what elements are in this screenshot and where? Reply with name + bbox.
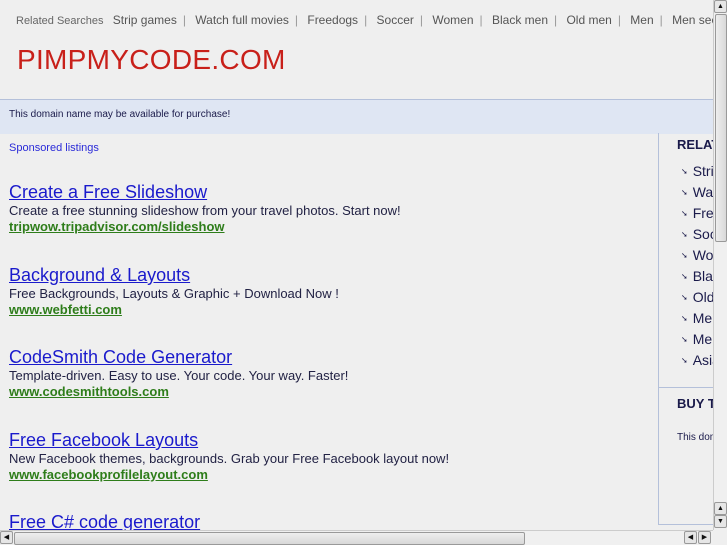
sidebar-item-label: Black men: [692, 268, 713, 284]
banner-text: This domain name may be available for pu…: [9, 109, 231, 120]
scroll-up-icon[interactable]: ▲: [714, 502, 727, 515]
listing-url[interactable]: tripwow.tripadvisor.com/slideshow: [9, 219, 649, 235]
sidebar-item-label: Soccer: [692, 226, 713, 242]
scrollbar-corner: [713, 530, 727, 545]
listing-url[interactable]: www.facebookprofilelayout.com: [9, 467, 649, 483]
related-link[interactable]: Black men: [492, 13, 548, 27]
sidebar-item-label: Watch full movies: [692, 184, 713, 200]
horizontal-scrollbar[interactable]: ◀ ◀ ▶: [0, 530, 713, 545]
vertical-scrollbar[interactable]: ▲ ▲ ▼: [713, 0, 727, 530]
buy-domain-heading: BUY THIS DOMAIN: [677, 396, 713, 411]
sponsored-listings-link[interactable]: Sponsored listings: [9, 142, 99, 154]
listing-title[interactable]: Background & Layouts: [9, 265, 649, 285]
listing: CodeSmith Code Generator Template-driven…: [9, 347, 649, 400]
sidebar-item-label: Asian: [692, 352, 713, 368]
sidebar-item[interactable]: ➘ Women: [681, 247, 713, 268]
listing: Free C# code generator: [9, 512, 649, 530]
sidebar-list: ➘ Strip games ➘ Watch full movies ➘ Freedog…: [681, 163, 713, 373]
scroll-down-icon[interactable]: ▼: [714, 515, 727, 528]
listing-description: Free Backgrounds, Layouts & Graphic + Do…: [9, 286, 339, 301]
sidebar-item-label: Men seeking women: [692, 331, 713, 347]
site-title: PIMPMYCODE.COM: [17, 44, 286, 75]
listing: Create a Free Slideshow Create a free st…: [9, 182, 649, 235]
sidebar-item-label: Men: [692, 310, 713, 326]
sidebar-item[interactable]: ➘ Watch full movies: [681, 184, 713, 205]
scroll-left-icon[interactable]: ◀: [0, 531, 13, 544]
listing: Free Facebook Layouts New Facebook theme…: [9, 430, 649, 483]
sidebar-item[interactable]: ➘ Men seeking women: [681, 331, 713, 352]
listing-description: New Facebook themes, backgrounds. Grab y…: [9, 451, 450, 466]
arrow-icon: ➘: [681, 188, 688, 197]
related-link[interactable]: Freedogs: [307, 13, 358, 27]
related-link[interactable]: Watch full movies: [195, 13, 289, 27]
sidebar-item[interactable]: ➘ Soccer: [681, 226, 713, 247]
arrow-icon: ➘: [681, 293, 688, 302]
sidebar-item[interactable]: ➘ Men: [681, 310, 713, 331]
scroll-right-icon[interactable]: ▶: [698, 531, 711, 544]
sidebar-item-label: Strip games: [692, 163, 713, 179]
related-link[interactable]: Strip games: [113, 13, 177, 27]
related-link[interactable]: Soccer: [377, 13, 414, 27]
arrow-icon: ➘: [681, 335, 688, 344]
listing-title[interactable]: Free Facebook Layouts: [9, 430, 649, 450]
browser-viewport: Related Searches Strip games | Watch full…: [0, 0, 713, 530]
related-searches-label: Related Searches: [16, 15, 104, 27]
arrow-icon: ➘: [681, 272, 688, 281]
arrow-icon: ➘: [681, 356, 688, 365]
vertical-scroll-thumb[interactable]: [715, 14, 727, 242]
arrow-icon: ➘: [681, 230, 688, 239]
related-link[interactable]: Men: [630, 13, 653, 27]
listing-title[interactable]: Free C# code generator: [9, 512, 649, 530]
sidebar: RELATED SEARCHES ➘ Strip games ➘ Watch ful…: [658, 133, 713, 525]
arrow-icon: ➘: [681, 251, 688, 260]
related-link[interactable]: Old men: [566, 13, 611, 27]
related-link[interactable]: Men seeking women: [672, 13, 713, 27]
sidebar-item-label: Old men: [692, 289, 713, 305]
listing-description: Create a free stunning slideshow from yo…: [9, 203, 401, 218]
arrow-icon: ➘: [681, 314, 688, 323]
sidebar-heading: RELATED SEARCHES: [677, 137, 713, 152]
related-link[interactable]: Women: [432, 13, 473, 27]
sidebar-item[interactable]: ➘ Freedogs: [681, 205, 713, 226]
sidebar-item[interactable]: ➘ Black men: [681, 268, 713, 289]
sidebar-item[interactable]: ➘ Asian: [681, 352, 713, 373]
arrow-icon: ➘: [681, 167, 688, 176]
listing-title[interactable]: Create a Free Slideshow: [9, 182, 649, 202]
horizontal-scroll-thumb[interactable]: [14, 532, 525, 545]
sidebar-item[interactable]: ➘ Strip games: [681, 163, 713, 184]
arrow-icon: ➘: [681, 209, 688, 218]
sidebar-divider: [659, 387, 713, 388]
sidebar-item-label: Freedogs: [692, 205, 713, 221]
listing-title[interactable]: CodeSmith Code Generator: [9, 347, 649, 367]
related-searches-bar: Related Searches Strip games | Watch full…: [16, 13, 713, 27]
listing-url[interactable]: www.webfetti.com: [9, 302, 649, 318]
listing-description: Template-driven. Easy to use. Your code.…: [9, 368, 349, 383]
sidebar-item-label: Women: [692, 247, 713, 263]
listing-url[interactable]: www.codesmithtools.com: [9, 384, 649, 400]
buy-domain-text: This domain name may be available for pu…: [677, 432, 713, 443]
scroll-left-icon[interactable]: ◀: [684, 531, 697, 544]
listing: Background & Layouts Free Backgrounds, L…: [9, 265, 649, 318]
sidebar-item[interactable]: ➘ Old men: [681, 289, 713, 310]
availability-banner: This domain name may be available for pu…: [0, 99, 713, 134]
scroll-up-icon[interactable]: ▲: [714, 0, 727, 13]
